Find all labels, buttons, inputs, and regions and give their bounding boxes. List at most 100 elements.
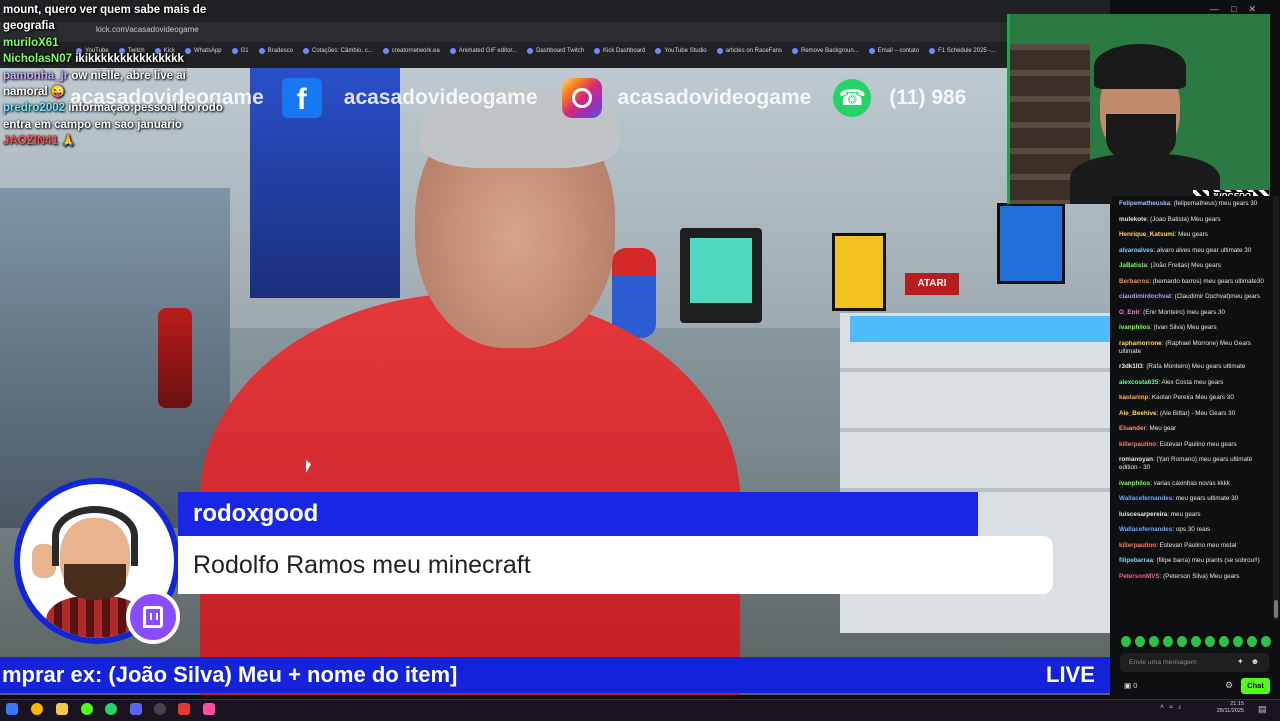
chat-username[interactable]: claudimirdochvat (1119, 293, 1171, 300)
emote-icon[interactable] (1163, 636, 1173, 647)
chat-username[interactable]: r3dk1ll3 (1119, 363, 1143, 370)
bookmark-item[interactable]: creatornetwork.ea (382, 47, 440, 54)
chat-username[interactable]: filipebarraa (1119, 557, 1153, 564)
chat-username[interactable]: Ale_Beehive (1119, 410, 1156, 417)
chat-username[interactable]: ivanphilos (1119, 480, 1150, 487)
discord-icon[interactable] (130, 703, 142, 715)
pikachu-poster (832, 233, 886, 311)
kick-app-icon[interactable] (81, 703, 93, 715)
chat-username[interactable]: Wallacefernandes (1119, 495, 1172, 502)
bookmark-favicon-icon (231, 47, 238, 54)
emote-icon[interactable] (1177, 636, 1187, 647)
alert-username: rodoxgood (178, 492, 978, 536)
chat-text: Meu gears (1178, 231, 1208, 238)
chat-message: raphamorrone: (Raphael Morrone) Meu Gear… (1119, 340, 1271, 356)
close-icon[interactable]: ✕ (1248, 4, 1256, 15)
app-icon[interactable] (178, 703, 190, 715)
chat-username[interactable]: Eluander (1119, 425, 1146, 432)
wifi-icon[interactable]: ≈ (1169, 704, 1173, 711)
window-controls[interactable]: — □ ✕ (1210, 4, 1256, 15)
chat-message: alvaroalves: alvaro alves meu gear ultim… (1119, 247, 1271, 255)
bookmark-label: creatornetwork.ea (391, 47, 440, 54)
emote-icon[interactable] (1149, 636, 1159, 647)
chat-username[interactable]: killerpaulino (1119, 542, 1156, 549)
overlay-chat-line: pamonha_jr ow nielle, abre live ai namor… (3, 68, 225, 101)
overlay-chat-user: predro2002 (3, 102, 66, 115)
maximize-icon[interactable]: □ (1231, 4, 1236, 15)
bookmark-item[interactable]: Animated GIF editor... (449, 47, 517, 54)
clock[interactable]: 21:15 28/11/2025 (1196, 701, 1244, 715)
whatsapp-taskbar-icon[interactable] (105, 703, 117, 715)
bookmark-label: Bradesco (267, 47, 293, 54)
emote-icon[interactable] (1191, 636, 1201, 647)
bookmark-item[interactable]: Cotações: Câmbio, c... (303, 47, 373, 54)
chat-scroll-thumb[interactable] (1274, 600, 1278, 618)
bookmark-favicon-icon (655, 47, 662, 54)
chat-text: (Claudimir Dochvat)meu gears (1174, 293, 1261, 300)
chat-username[interactable]: killerpaulino (1119, 441, 1156, 448)
obs-icon[interactable] (154, 703, 166, 715)
emote-icon[interactable] (1121, 636, 1131, 647)
cam-cap (1094, 44, 1186, 89)
bookmark-item[interactable]: articles on RaceFans (716, 47, 782, 54)
chat-username[interactable]: Felipematheuska (1119, 200, 1170, 207)
chat-username[interactable]: kaolanmp (1119, 394, 1148, 401)
gift-icon: ▣ (1124, 681, 1132, 690)
chevron-up-icon[interactable]: ˄ (1160, 704, 1164, 711)
bookmark-item[interactable]: YouTube Studio (655, 47, 707, 54)
bookmark-item[interactable]: G1 (231, 47, 249, 54)
chat-text: Estevan Paulino meu metal (1159, 541, 1237, 549)
emote-icon[interactable] (1233, 636, 1243, 647)
chat-username[interactable]: raphamorrone (1119, 340, 1162, 347)
bookmark-item[interactable]: F1 Schedule 2025 -... (929, 47, 995, 54)
overlay-chat-line: mount, quero ver quem sabe mais de geogr… (3, 2, 225, 35)
emote-icon[interactable] (1261, 636, 1271, 647)
bookmark-item[interactable]: Email – contato (868, 47, 919, 54)
chat-username[interactable]: O_Enir (1119, 309, 1140, 316)
live-label: LIVE (1046, 662, 1095, 687)
chat-message: killerpaulino: Estevan Paulino meu gears (1119, 441, 1271, 449)
bookmark-item[interactable]: Remove Backgroun... (792, 47, 859, 54)
shelf-divider (840, 488, 1110, 492)
emote-icon[interactable] (1247, 636, 1257, 647)
chat-username[interactable]: romanoyan (1119, 456, 1153, 463)
chat-username[interactable]: PetersonMVS (1119, 573, 1160, 580)
bookmark-item[interactable]: Kick Dashboard (594, 47, 645, 54)
chat-message: killerpaulino: Estevan Paulino meu metal (1119, 542, 1271, 550)
points-counter[interactable]: ▣ 0 (1124, 681, 1137, 690)
bookmark-label: Dashboard Twitch (536, 47, 585, 54)
smiley-icon[interactable]: ☻ (1251, 657, 1259, 666)
notification-icon[interactable]: ▤ (1258, 704, 1267, 715)
windows-start-icon[interactable] (6, 703, 18, 715)
chat-username[interactable]: JaBatista (1119, 262, 1147, 269)
chat-scrollbar[interactable] (1273, 196, 1279, 620)
minimize-icon[interactable]: — (1210, 4, 1219, 15)
chat-username[interactable]: Berbarros (1119, 278, 1149, 285)
chat-text: meu gears ultimate 30 (1175, 495, 1239, 502)
overlay-chat-line: JAOZIN41 🙏 (3, 133, 225, 149)
bookmark-item[interactable]: Bradesco (258, 47, 293, 54)
bookmark-item[interactable]: Dashboard Twitch (527, 47, 585, 54)
chat-username[interactable]: ivanphilos (1119, 324, 1150, 331)
chat-username[interactable]: mulekote (1119, 216, 1147, 223)
chat-username[interactable]: luiscesarpereira (1119, 511, 1167, 518)
file-explorer-icon[interactable] (56, 703, 68, 715)
system-tray[interactable]: ˄ ≈ ♪ (1160, 704, 1181, 711)
volume-icon[interactable]: ♪ (1178, 704, 1182, 711)
emote-icon[interactable] (1135, 636, 1145, 647)
send-chat-button[interactable]: Chat (1241, 678, 1270, 694)
chat-username[interactable]: alvaroalves (1119, 247, 1153, 254)
chat-settings-gear-icon[interactable]: ⚙ (1225, 680, 1233, 691)
chat-username[interactable]: Henrique_Katsumi (1119, 231, 1175, 238)
chat-username[interactable]: alexcosta635 (1119, 379, 1158, 386)
chrome-icon[interactable] (31, 703, 43, 715)
app-icon[interactable] (203, 703, 215, 715)
emote-icon[interactable] (1219, 636, 1229, 647)
emote-icon[interactable] (1205, 636, 1215, 647)
chat-username[interactable]: Wallacefernandes (1119, 526, 1172, 533)
chat-message: JaBatista: (João Freitas) Meu gears (1119, 262, 1271, 270)
chat-message: Henrique_Katsumi: Meu gears (1119, 231, 1271, 239)
overlay-chat: mount, quero ver quem sabe mais de geogr… (3, 2, 225, 150)
chat-message: alexcosta635: Alex Costa meu gears (1119, 379, 1271, 387)
emote-picker-icon[interactable]: ✦ (1237, 657, 1244, 666)
